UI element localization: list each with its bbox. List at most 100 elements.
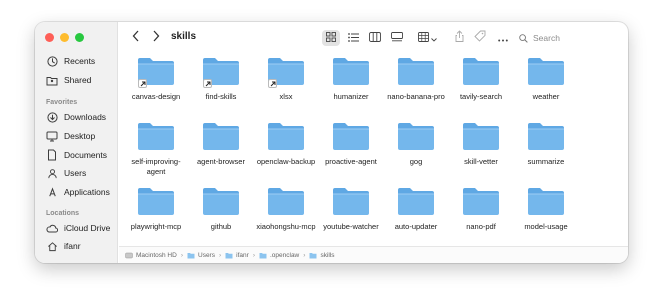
folder-name: skill-vetter — [464, 157, 498, 166]
folder-icon — [331, 56, 371, 86]
folder-name: canvas-design — [131, 92, 181, 101]
folder-name: nano-banana-pro — [387, 92, 445, 101]
locations-heading: Locations — [46, 210, 80, 217]
path-separator-icon: › — [252, 251, 255, 259]
forward-button[interactable] — [149, 30, 163, 46]
sidebar-item-downloads[interactable]: Downloads — [46, 109, 106, 125]
minimize-button[interactable] — [60, 33, 69, 42]
folder-name: model-usage — [524, 222, 568, 231]
folder-item[interactable]: auto-updater — [386, 186, 446, 232]
sidebar-item-label: iCloud Drive — [64, 223, 111, 233]
alias-arrow-icon — [268, 79, 277, 88]
folder-icon — [136, 186, 176, 216]
columns-icon — [369, 29, 381, 47]
folder-item[interactable]: self-improving-agent — [126, 121, 186, 177]
folder-icon — [309, 252, 317, 259]
folder-item[interactable]: summarize — [516, 121, 576, 167]
gallery-view-button[interactable] — [388, 30, 406, 46]
folder-icon — [396, 56, 436, 86]
window-title: skills — [171, 31, 197, 42]
folder-item[interactable]: weather — [516, 56, 576, 102]
path-crumb-label: ifanr — [236, 251, 249, 259]
folder-item[interactable]: openclaw-backup — [256, 121, 316, 167]
path-crumb[interactable]: skills — [309, 251, 335, 259]
folder-icon — [201, 186, 241, 216]
path-separator-icon: › — [303, 251, 306, 259]
folder-item[interactable]: xiaohongshu-mcp — [256, 186, 316, 232]
sidebar-item-label: Applications — [64, 187, 110, 197]
folder-item[interactable]: find-skills — [191, 56, 251, 102]
folder-item[interactable]: model-usage — [516, 186, 576, 232]
list-view-button[interactable] — [344, 30, 362, 46]
sidebar-item-users[interactable]: Users — [46, 165, 86, 181]
folder-item[interactable]: agent-browser — [191, 121, 251, 167]
folder-item[interactable]: humanizer — [321, 56, 381, 102]
icon-view-button[interactable] — [322, 30, 340, 46]
path-crumb[interactable]: ifanr — [225, 252, 249, 259]
list-icon — [347, 29, 359, 47]
toolbar: skills Search — [119, 22, 628, 54]
folder-name: weather — [532, 92, 560, 101]
search-placeholder: Search — [533, 33, 560, 43]
tag-icon — [474, 29, 486, 47]
folder-icon — [266, 121, 306, 151]
group-grid-icon — [417, 29, 429, 47]
favorites-heading: Favorites — [46, 99, 78, 106]
path-crumb-label: .openclaw — [269, 251, 300, 259]
folder-icon — [259, 252, 267, 259]
path-separator-icon: › — [180, 251, 183, 259]
folder-icon — [331, 121, 371, 151]
folder-item[interactable]: proactive-agent — [321, 121, 381, 167]
sidebar-item-label: ifanr — [64, 241, 81, 251]
sidebar: Recents Shared Favorites Downloads Deskt… — [35, 22, 118, 263]
search-field[interactable]: Search — [519, 30, 619, 46]
close-button[interactable] — [45, 33, 54, 42]
path-crumb[interactable]: .openclaw — [259, 252, 299, 259]
sidebar-item-ifanr[interactable]: ifanr — [46, 238, 81, 254]
folder-name: agent-browser — [197, 157, 245, 166]
share-button[interactable] — [452, 30, 466, 46]
more-actions-button[interactable] — [496, 30, 510, 46]
sidebar-item-recents[interactable]: Recents — [46, 53, 95, 69]
sidebar-item-label: Recents — [64, 56, 96, 66]
folder-item[interactable]: github — [191, 186, 251, 232]
download-icon — [46, 111, 58, 123]
folder-item[interactable]: skill-vetter — [451, 121, 511, 167]
sidebar-item-desktop[interactable]: Desktop — [46, 128, 95, 144]
zoom-button[interactable] — [75, 33, 84, 42]
folder-name: github — [210, 222, 232, 231]
back-button[interactable] — [129, 30, 143, 46]
tags-button[interactable] — [473, 30, 487, 46]
sidebar-item-label: Desktop — [64, 131, 96, 141]
folder-icon — [396, 121, 436, 151]
folder-item[interactable]: canvas-design — [126, 56, 186, 102]
folder-item[interactable]: xlsx — [256, 56, 316, 102]
group-by-button[interactable] — [415, 30, 439, 46]
folder-name: nano-pdf — [466, 222, 496, 231]
column-view-button[interactable] — [366, 30, 384, 46]
folder-icon — [461, 121, 501, 151]
folder-item[interactable]: nano-banana-pro — [386, 56, 446, 102]
sidebar-item-icloud-drive[interactable]: iCloud Drive — [46, 220, 110, 236]
sidebar-item-documents[interactable]: Documents — [46, 147, 107, 163]
folder-icon — [201, 56, 241, 88]
folder-item[interactable]: playwright-mcp — [126, 186, 186, 232]
folder-icon — [461, 56, 501, 86]
folder-item[interactable]: gog — [386, 121, 446, 167]
finder-window: Recents Shared Favorites Downloads Deskt… — [35, 22, 628, 263]
folder-item[interactable]: tavily-search — [451, 56, 511, 102]
path-crumb[interactable]: Users — [187, 252, 215, 259]
folder-item[interactable]: nano-pdf — [451, 186, 511, 232]
folder-icon — [396, 186, 436, 216]
folder-icon — [225, 252, 233, 259]
folder-name: find-skills — [205, 92, 237, 101]
folder-name: proactive-agent — [325, 157, 377, 166]
house-icon — [46, 240, 58, 252]
sidebar-item-applications[interactable]: Applications — [46, 184, 110, 200]
path-crumb[interactable]: Macintosh HD — [125, 252, 177, 259]
folder-item[interactable]: youtube-watcher — [321, 186, 381, 232]
users-icon — [46, 167, 58, 179]
sidebar-item-shared[interactable]: Shared — [46, 72, 91, 88]
path-crumb-label: skills — [320, 251, 335, 259]
path-crumb-label: Macintosh HD — [136, 251, 177, 259]
